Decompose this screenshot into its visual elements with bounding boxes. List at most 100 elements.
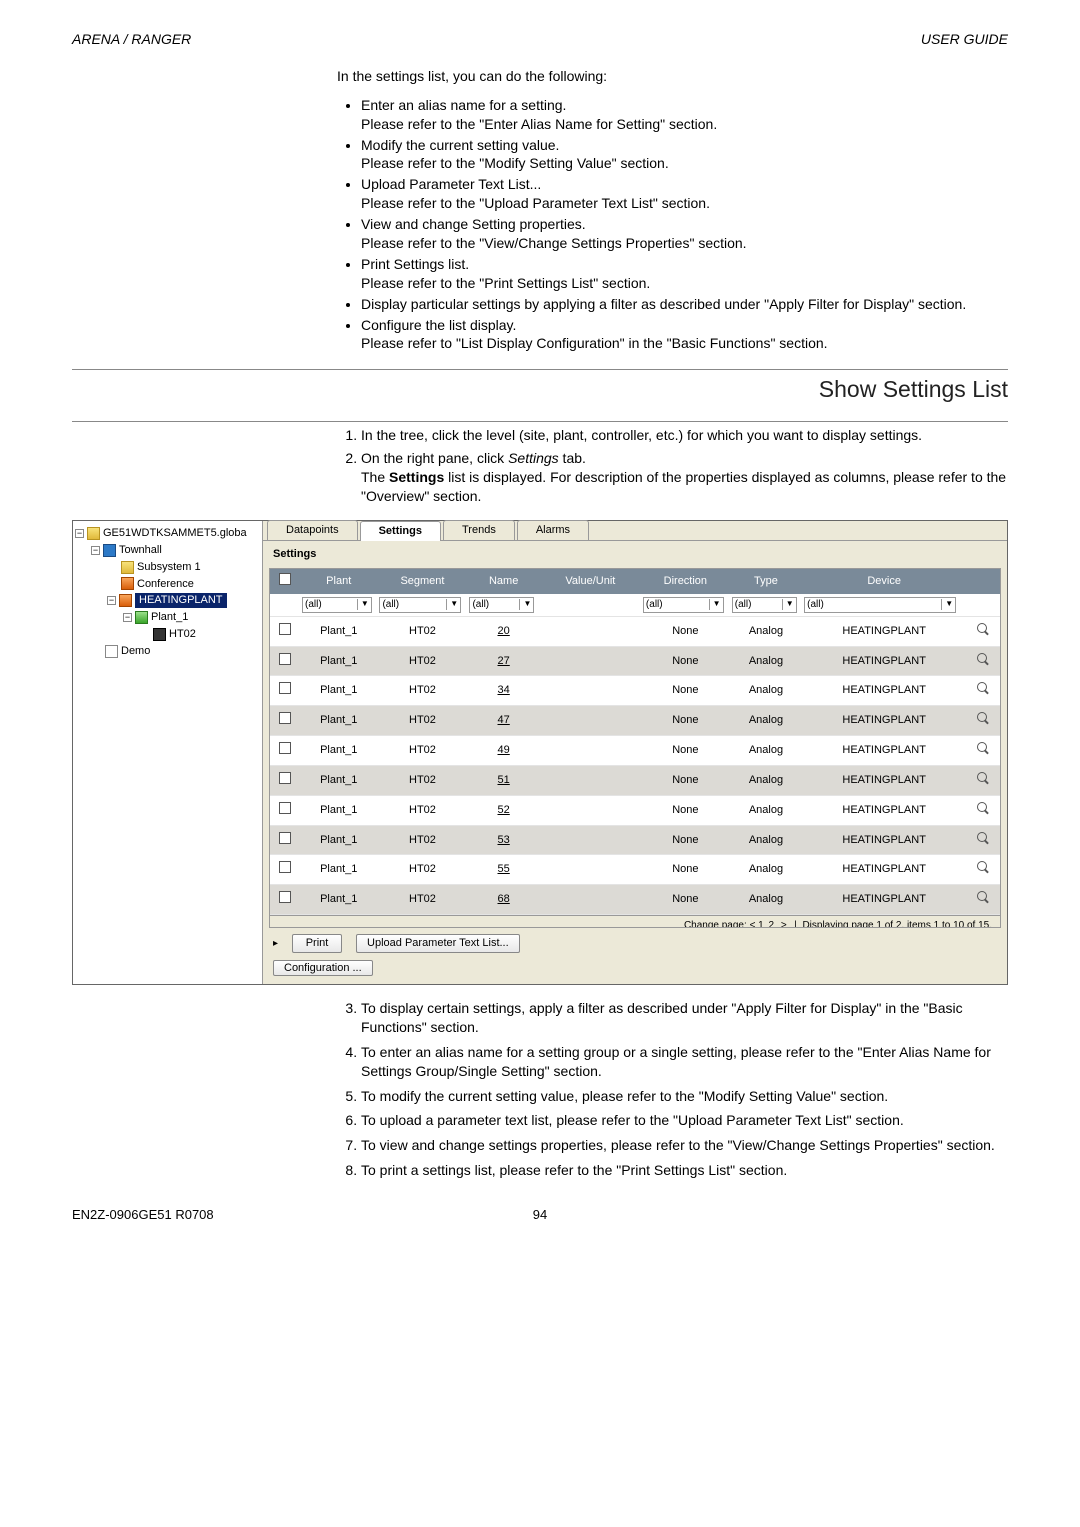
tree-node[interactable]: −GE51WDTKSAMMET5.globa <box>75 525 260 542</box>
row-checkbox[interactable] <box>279 802 291 814</box>
row-checkbox[interactable] <box>279 891 291 903</box>
expand-icon[interactable]: − <box>91 546 100 555</box>
intro-item: Configure the list display.Please refer … <box>361 316 1008 354</box>
tree-node[interactable]: Subsystem 1 <box>75 559 260 576</box>
intro-item: View and change Setting properties.Pleas… <box>361 215 1008 253</box>
tab-settings[interactable]: Settings <box>360 521 441 541</box>
magnifier-icon[interactable] <box>976 622 990 636</box>
panel-subheader: Settings <box>263 541 1007 568</box>
table-row[interactable]: Plant_1HT0234NoneAnalogHEATINGPLANT <box>270 676 1000 706</box>
expand-icon[interactable]: − <box>107 596 116 605</box>
filter-dropdown[interactable]: (all)▼ <box>804 597 956 613</box>
step-item: To enter an alias name for a setting gro… <box>361 1043 1008 1081</box>
row-checkbox[interactable] <box>279 742 291 754</box>
table-row[interactable]: Plant_1HT0255NoneAnalogHEATINGPLANT <box>270 855 1000 885</box>
node-label: Townhall <box>119 543 162 558</box>
cell-name[interactable]: 27 <box>467 646 539 676</box>
print-button[interactable]: Print <box>292 934 342 953</box>
node-icon <box>135 611 148 624</box>
table-row[interactable]: Plant_1HT0220NoneAnalogHEATINGPLANT <box>270 616 1000 646</box>
table-row[interactable]: Plant_1HT0252NoneAnalogHEATINGPLANT <box>270 795 1000 825</box>
cell-device: HEATINGPLANT <box>802 825 966 855</box>
cell-plant: Plant_1 <box>300 706 377 736</box>
configuration-button[interactable]: Configuration ... <box>273 960 373 976</box>
table-row[interactable]: Plant_1HT0268NoneAnalogHEATINGPLANT <box>270 885 1000 915</box>
cell-name[interactable]: 20 <box>467 616 539 646</box>
pager-links[interactable]: < 1 2 > <box>750 919 789 928</box>
row-checkbox[interactable] <box>279 653 291 665</box>
intro-item: Upload Parameter Text List...Please refe… <box>361 175 1008 213</box>
cell-name[interactable]: 49 <box>467 736 539 766</box>
tree-node[interactable]: HT02 <box>75 626 260 643</box>
cell-name[interactable]: 34 <box>467 676 539 706</box>
tab-alarms[interactable]: Alarms <box>517 520 589 540</box>
filter-dropdown[interactable]: (all)▼ <box>643 597 724 613</box>
cell-name[interactable]: 68 <box>467 885 539 915</box>
node-label: Conference <box>137 577 194 592</box>
cell-segment: HT02 <box>377 706 467 736</box>
cell-plant: Plant_1 <box>300 676 377 706</box>
tree-node[interactable]: Demo <box>75 643 260 660</box>
column-header <box>966 569 1000 594</box>
tree-node[interactable]: −HEATINGPLANT <box>75 592 260 609</box>
step-item: To modify the current setting value, ple… <box>361 1087 1008 1106</box>
cell-segment: HT02 <box>377 825 467 855</box>
table-row[interactable]: Plant_1HT0247NoneAnalogHEATINGPLANT <box>270 706 1000 736</box>
magnifier-icon[interactable] <box>976 711 990 725</box>
magnifier-icon[interactable] <box>976 652 990 666</box>
row-checkbox[interactable] <box>279 772 291 784</box>
magnifier-icon[interactable] <box>976 681 990 695</box>
cell-name[interactable]: 52 <box>467 795 539 825</box>
magnifier-icon[interactable] <box>976 741 990 755</box>
magnifier-icon[interactable] <box>976 860 990 874</box>
node-icon <box>121 577 134 590</box>
page-link[interactable]: 2 <box>767 920 777 928</box>
cell-name[interactable]: 55 <box>467 855 539 885</box>
app-screenshot: −GE51WDTKSAMMET5.globa−TownhallSubsystem… <box>72 520 1008 985</box>
select-all-checkbox[interactable] <box>279 573 291 585</box>
magnifier-icon[interactable] <box>976 831 990 845</box>
tab-datapoints[interactable]: Datapoints <box>267 520 358 540</box>
pager-display: Displaying page 1 of 2, items 1 to 10 of… <box>802 919 992 928</box>
node-label: Subsystem 1 <box>137 560 201 575</box>
column-header: Value/Unit <box>540 569 641 594</box>
cell-device: HEATINGPLANT <box>802 765 966 795</box>
cell-type: Analog <box>730 736 802 766</box>
step-item: To view and change settings properties, … <box>361 1136 1008 1155</box>
cell-name[interactable]: 51 <box>467 765 539 795</box>
row-checkbox[interactable] <box>279 712 291 724</box>
upload-button[interactable]: Upload Parameter Text List... <box>356 934 520 953</box>
footer-docid: EN2Z-0906GE51 R0708 <box>72 1206 214 1224</box>
filter-dropdown[interactable]: (all)▼ <box>379 597 461 613</box>
cell-value <box>540 676 641 706</box>
row-checkbox[interactable] <box>279 623 291 635</box>
magnifier-icon[interactable] <box>976 771 990 785</box>
cell-name[interactable]: 53 <box>467 825 539 855</box>
step-item: To print a settings list, please refer t… <box>361 1161 1008 1180</box>
tree-node[interactable]: − Townhall <box>75 542 260 559</box>
expand-icon[interactable]: − <box>75 529 84 538</box>
filter-dropdown[interactable]: (all)▼ <box>732 597 797 613</box>
page-next[interactable]: > <box>779 920 789 928</box>
table-row[interactable]: Plant_1HT0227NoneAnalogHEATINGPLANT <box>270 646 1000 676</box>
filter-dropdown[interactable]: (all)▼ <box>302 597 372 613</box>
tree-node[interactable]: −Plant_1 <box>75 609 260 626</box>
row-checkbox[interactable] <box>279 861 291 873</box>
tab-trends[interactable]: Trends <box>443 520 515 540</box>
cell-device: HEATINGPLANT <box>802 676 966 706</box>
chevron-down-icon: ▼ <box>941 599 953 610</box>
magnifier-icon[interactable] <box>976 890 990 904</box>
chevron-down-icon: ▼ <box>519 599 531 610</box>
row-checkbox[interactable] <box>279 832 291 844</box>
row-checkbox[interactable] <box>279 682 291 694</box>
magnifier-icon[interactable] <box>976 801 990 815</box>
table-row[interactable]: Plant_1HT0253NoneAnalogHEATINGPLANT <box>270 825 1000 855</box>
intro-list: Enter an alias name for a setting.Please… <box>337 96 1008 354</box>
tree-node[interactable]: Conference <box>75 576 260 593</box>
table-row[interactable]: Plant_1HT0249NoneAnalogHEATINGPLANT <box>270 736 1000 766</box>
navigation-tree[interactable]: −GE51WDTKSAMMET5.globa−TownhallSubsystem… <box>73 521 263 984</box>
cell-name[interactable]: 47 <box>467 706 539 736</box>
filter-dropdown[interactable]: (all)▼ <box>469 597 534 613</box>
expand-icon[interactable]: − <box>123 613 132 622</box>
table-row[interactable]: Plant_1HT0251NoneAnalogHEATINGPLANT <box>270 765 1000 795</box>
